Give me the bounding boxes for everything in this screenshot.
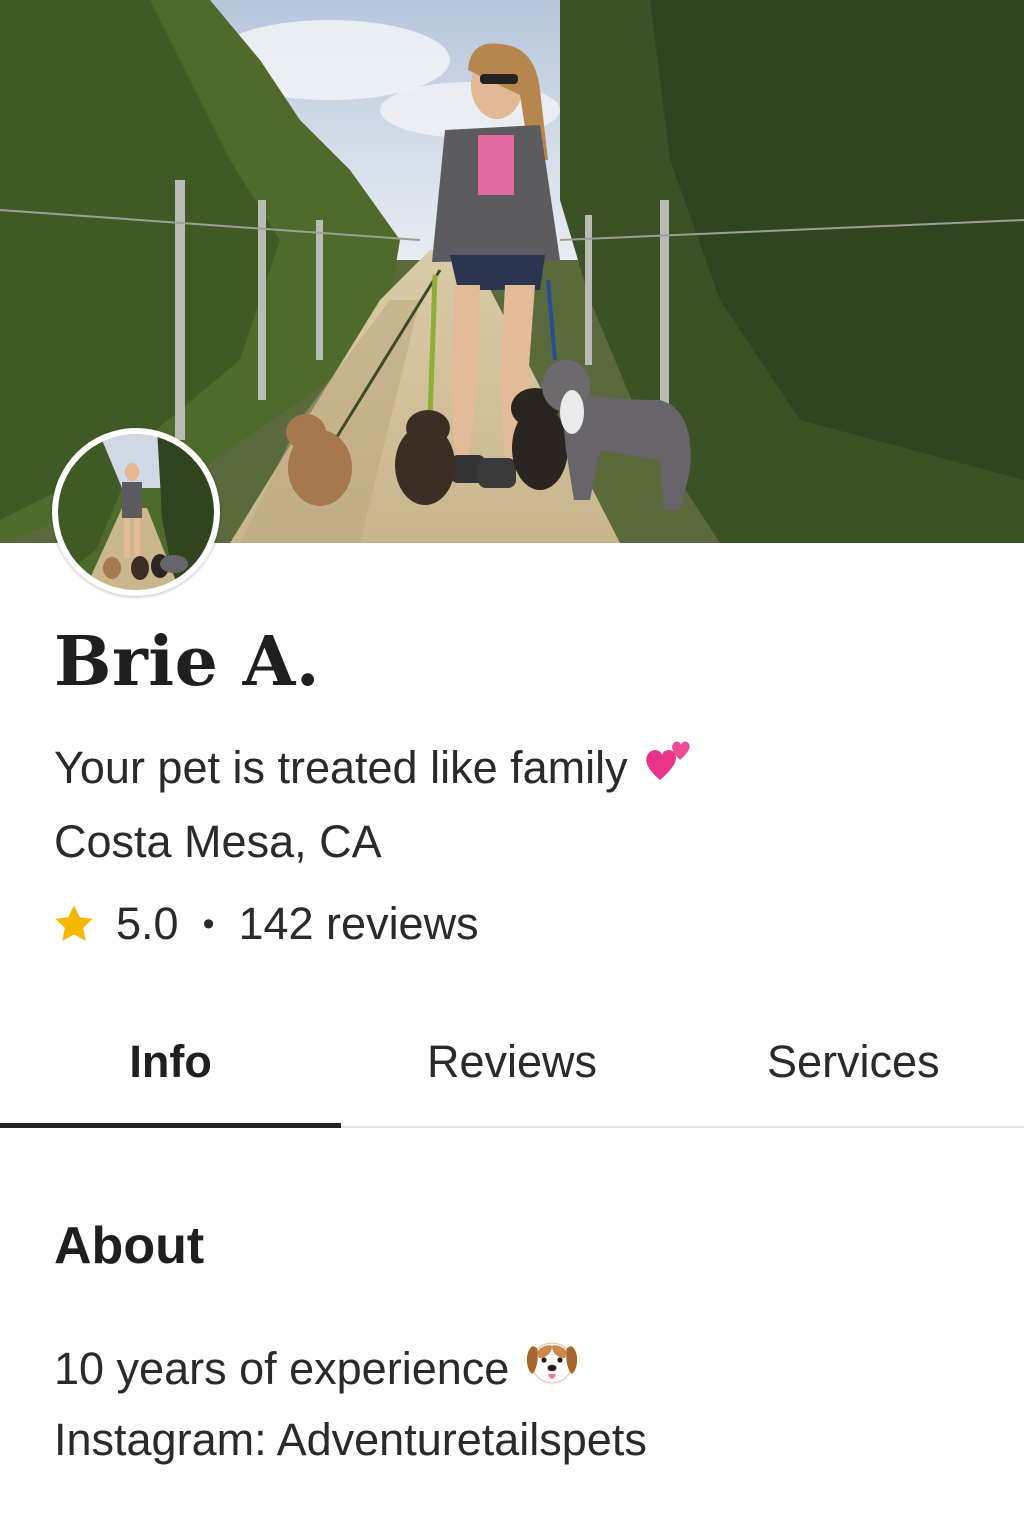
instagram-line: Instagram: Adventuretailspets — [54, 1414, 647, 1465]
tab-reviews[interactable]: Reviews — [341, 1000, 682, 1126]
tab-info[interactable]: Info — [0, 1000, 342, 1128]
profile-tabs: Info Reviews Services — [0, 1000, 1024, 1128]
location: Costa Mesa, CA — [54, 816, 382, 867]
avatar[interactable] — [52, 428, 220, 596]
rating-value: 5.0 — [116, 898, 179, 949]
tagline-text: Your pet is treated like family — [54, 741, 628, 793]
experience-text: 10 years of experience — [54, 1342, 510, 1394]
profile-name: Brie A. — [54, 622, 321, 702]
experience-line: 10 years of experience — [54, 1336, 581, 1401]
rating-row[interactable]: 5.0 • 142 reviews — [52, 894, 479, 954]
tab-services[interactable]: Services — [683, 1000, 1024, 1126]
two-hearts-icon — [642, 734, 696, 801]
about-heading: About — [54, 1217, 205, 1275]
review-count[interactable]: 142 reviews — [238, 898, 478, 950]
star-icon — [55, 905, 93, 941]
rating-separator: • — [202, 904, 215, 943]
dog-face-icon — [523, 1336, 581, 1401]
tagline: Your pet is treated like family — [54, 734, 696, 801]
